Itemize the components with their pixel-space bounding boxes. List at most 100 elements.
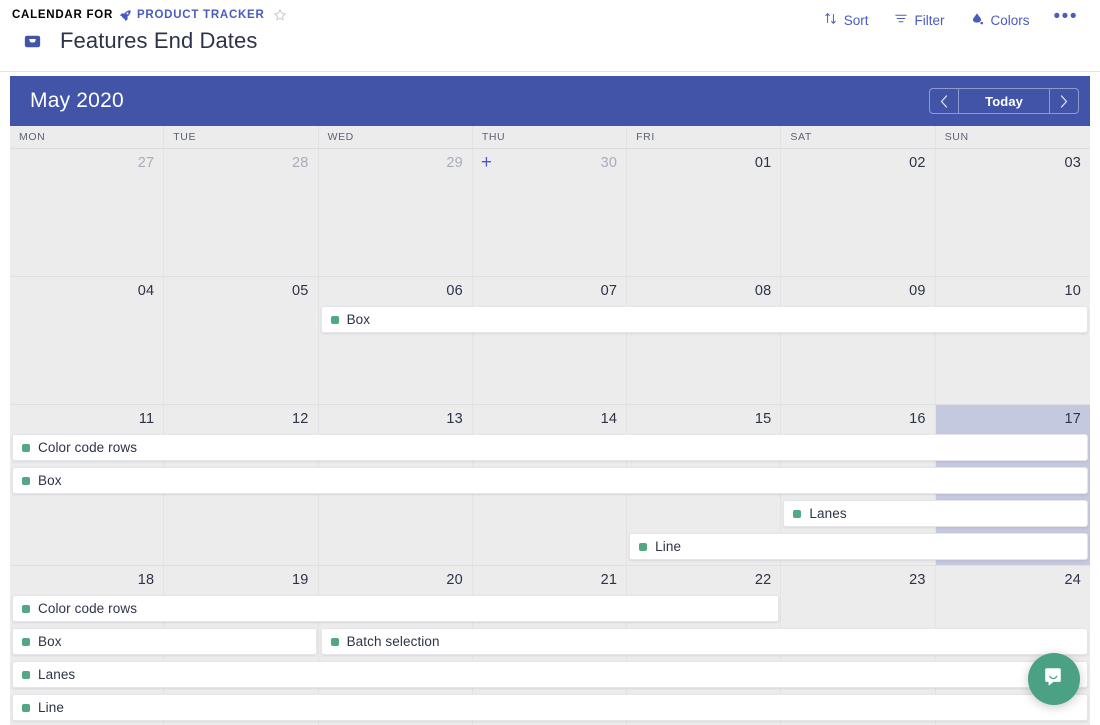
calendar-event[interactable]: Box [12,467,1088,494]
day-number: 30 [600,155,618,171]
day-number: 19 [292,572,309,588]
day-number: 27 [137,155,155,171]
calendar-header: May 2020 Today [10,76,1090,126]
toolbar: Sort Filter Colors ••• [813,6,1088,34]
breadcrumb-project-link[interactable]: PRODUCT TRACKER [119,9,265,22]
day-number: 21 [600,572,618,588]
colors-icon [970,12,984,29]
day-number: 18 [137,572,155,588]
add-event-button[interactable]: + [481,153,492,172]
event-title: Line [38,700,64,715]
day-number: 10 [1064,283,1081,299]
next-month-button[interactable] [1050,89,1078,113]
day-number: 12 [292,411,309,427]
breadcrumb-project-label: PRODUCT TRACKER [137,9,265,21]
more-options-button[interactable]: ••• [1044,6,1088,34]
day-number: 05 [292,283,309,299]
calendar-event[interactable]: Line [629,533,1088,560]
event-title: Box [346,312,371,327]
filter-button[interactable]: Filter [883,7,956,33]
weekday-header-sat: SAT [781,126,936,148]
day-number: 03 [1064,155,1081,171]
weekday-header-thu: THU [473,126,628,148]
event-title: Lanes [38,667,76,682]
calendar-event[interactable]: Lanes [783,500,1088,527]
star-outline-icon[interactable] [273,8,287,22]
event-color-dot [330,637,339,646]
filter-label: Filter [914,12,945,28]
event-title: Color code rows [38,440,138,455]
breadcrumb: CALENDAR FOR PRODUCT TRACKER [12,8,287,22]
day-number: 13 [446,411,463,427]
day-number: 02 [909,155,926,171]
sort-button[interactable]: Sort [813,7,880,33]
day-number: 14 [600,411,618,427]
today-button[interactable]: Today [958,89,1050,113]
event-color-dot [22,604,30,613]
calendar-nav-group: Today [929,88,1079,114]
colors-label: Colors [990,12,1030,28]
colors-button[interactable]: Colors [959,7,1041,34]
chat-launcher-button[interactable] [1028,653,1080,705]
event-color-dot [22,476,30,485]
event-title: Lanes [809,506,847,521]
chat-bubble-icon [1041,664,1067,695]
day-number: 23 [909,572,926,588]
week-events-layer: Box [10,306,1090,404]
day-number: 06 [446,283,463,299]
day-number: 29 [446,155,463,171]
day-number: 01 [754,155,772,171]
event-color-dot [22,443,30,452]
filter-icon [894,12,908,28]
calendar-event[interactable]: Color code rows [12,595,780,622]
calendar: May 2020 Today MONTUEWEDTHUFRISAT SUN +27… [10,76,1090,725]
weekday-header-mon: MON [10,126,165,148]
day-number: 04 [137,283,155,299]
day-number: 22 [754,572,772,588]
prev-month-button[interactable] [930,89,958,113]
calendar-weeks: +27+28+29+30+01+02+03+04+05+06+07+08+09+… [10,149,1090,725]
sort-label: Sort [843,12,869,28]
calendar-week-row: +27+28+29+30+01+02+03 [10,149,1090,277]
calendar-event[interactable]: Line [12,694,1088,721]
page-title: Features End Dates [60,28,258,53]
day-number: 08 [754,283,772,299]
weekday-header-fri: FRI [627,126,782,148]
calendar-event[interactable]: Lanes [12,661,1088,688]
weekday-header-sun: SUN [944,131,969,143]
weekday-header-row: MON TUE WED THU FRI SAT SUN [10,126,1090,149]
day-number: 24 [1064,572,1081,588]
calendar-month-label: May 2020 [30,89,124,112]
event-color-dot [22,670,30,679]
calendar-week-row: +04+05+06+07+08+09+10Box [10,277,1090,405]
calendar-week-row: +11+12+13+14+15+16+17Color code rowsBoxL… [10,405,1090,566]
event-color-dot [793,509,802,518]
calendar-event[interactable]: Batch selection [320,628,1088,655]
calendar-event[interactable]: Box [12,628,317,655]
week-events-layer [10,178,1090,276]
week-events-layer: Color code rows Box Batch selection Lanes Li… [10,595,1090,725]
day-number: 16 [909,411,926,427]
weekday-header-wed: WED [319,126,473,148]
event-color-dot [330,315,339,324]
day-number: 15 [754,411,772,427]
calendar-event[interactable]: Color code rows [12,434,1088,461]
event-title: Batch selection [346,634,440,649]
day-number: 28 [292,155,309,171]
calendar-week-row: +18+19+20+21+22+23+24Color code rowsBoxB… [10,566,1090,725]
day-number: 11 [138,411,155,427]
event-color-dot [22,637,30,646]
event-color-dot [22,703,30,712]
calendar-event[interactable]: Box [320,306,1088,333]
day-number: 17 [1064,411,1081,427]
event-title: Color code rows [38,601,138,616]
top-bar: CALENDAR FOR PRODUCT TRACKER Features En… [0,0,1100,72]
event-title: Line [655,539,682,554]
day-number: 07 [600,283,618,299]
event-color-dot [639,542,648,551]
day-number: 20 [446,572,463,588]
week-events-layer: Color code rows Box Lanes Line [10,434,1090,565]
sort-icon [824,12,837,28]
breadcrumb-prefix: CALENDAR FOR [12,9,113,21]
rocket-icon [119,9,132,22]
